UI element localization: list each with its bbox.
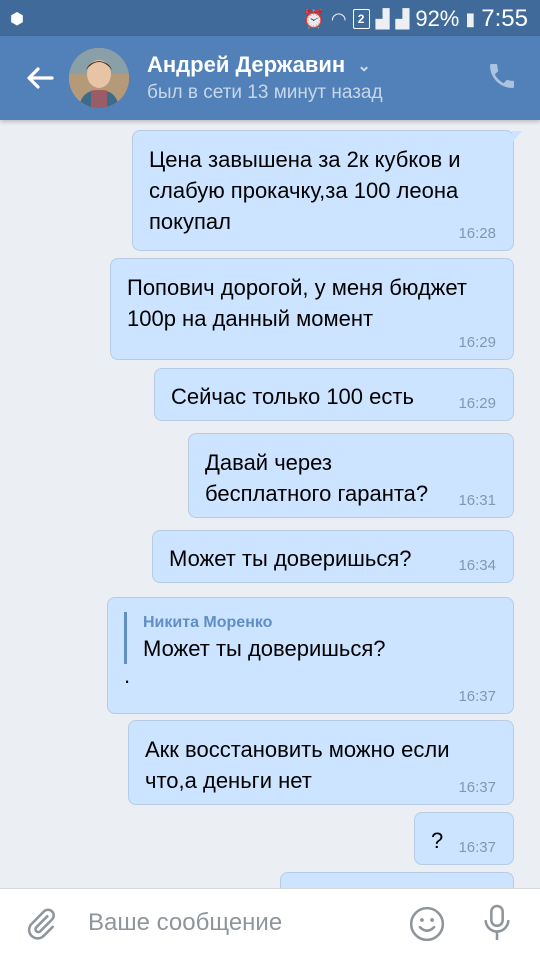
chat-header: Андрей Державин ⌄ был в сети 13 минут на… — [0, 36, 540, 120]
message-time: 16:28 — [458, 225, 496, 242]
signal-2-icon: ▟ — [395, 8, 410, 29]
message-text: Сейчас только 100 есть — [171, 384, 414, 409]
microphone-icon[interactable] — [480, 903, 514, 943]
message-time: 16:37 — [458, 779, 496, 796]
contact-name-text: Андрей Державин — [147, 52, 346, 77]
message-composer: Ваше сообщение — [0, 888, 540, 961]
message-bubble[interactable]: Цена завышена за 2к кубков и слабую прок… — [132, 130, 522, 251]
message-text: Может ты доверишься? — [169, 546, 412, 571]
battery-icon: ▮ — [465, 8, 476, 29]
message-bubble[interactable]: Акк восстановить можно если что,а деньги… — [128, 720, 514, 805]
message-text: Давай через бесплатного гаранта? — [205, 450, 429, 506]
back-arrow-icon[interactable] — [20, 58, 60, 98]
quoted-message[interactable]: Никита Моренко Может ты доверишься? — [124, 612, 497, 664]
message-list[interactable]: Цена завышена за 2к кубков и слабую прок… — [0, 120, 540, 890]
status-bar: ⬢ ⏰ ◠ 2 ▟ ▟ 92% ▮ 7:55 — [0, 0, 540, 36]
message-text: . — [124, 663, 131, 688]
contact-name[interactable]: Андрей Державин ⌄ — [147, 52, 371, 78]
reply-message-bubble[interactable]: Никита Моренко Может ты доверишься? . 16… — [107, 597, 514, 714]
message-time: 16:31 — [458, 492, 496, 509]
signal-icon: ▟ — [375, 8, 390, 29]
message-time: 16:34 — [458, 557, 496, 574]
message-bubble[interactable]: Давай через бесплатного гаранта? 16:31 — [188, 433, 514, 518]
quote-text: Может ты доверишься? — [143, 636, 386, 661]
message-bubble[interactable]: ? 16:37 — [414, 812, 514, 865]
wifi-icon: ◠ — [330, 8, 347, 29]
battery-level: 92% — [415, 6, 460, 31]
message-time: 16:37 — [458, 688, 496, 705]
phone-icon[interactable] — [486, 60, 518, 92]
paperclip-icon[interactable] — [24, 907, 58, 941]
last-seen-status: был в сети 13 минут назад — [147, 82, 383, 103]
clock: 7:55 — [481, 5, 528, 32]
emoji-icon[interactable] — [408, 905, 446, 943]
quote-author: Никита Моренко — [143, 614, 273, 631]
alarm-icon: ⏰ — [302, 8, 325, 29]
status-icons: ⏰ ◠ 2 ▟ ▟ 92% ▮ 7:55 — [303, 5, 529, 33]
notification-icon: ⬢ — [10, 11, 24, 28]
avatar[interactable] — [69, 48, 129, 108]
message-time: 16:29 — [458, 334, 496, 351]
message-text: Акк восстановить можно если что,а деньги… — [145, 737, 450, 793]
message-bubble[interactable]: Может ты доверишься? 16:34 — [152, 530, 514, 583]
message-bubble[interactable]: Сейчас только 100 есть 16:29 — [154, 368, 514, 421]
chevron-down-icon: ⌄ — [357, 58, 371, 76]
message-time: 16:37 — [458, 839, 496, 856]
sim-icon: 2 — [352, 9, 370, 29]
message-time: 16:29 — [458, 395, 496, 412]
message-bubble[interactable]: Попович дорогой, у меня бюджет 100р на д… — [110, 258, 514, 360]
message-text: Попович дорогой, у меня бюджет 100р на д… — [127, 275, 467, 331]
message-text: Цена завышена за 2к кубков и слабую прок… — [149, 147, 461, 234]
message-input[interactable]: Ваше сообщение — [88, 909, 282, 937]
